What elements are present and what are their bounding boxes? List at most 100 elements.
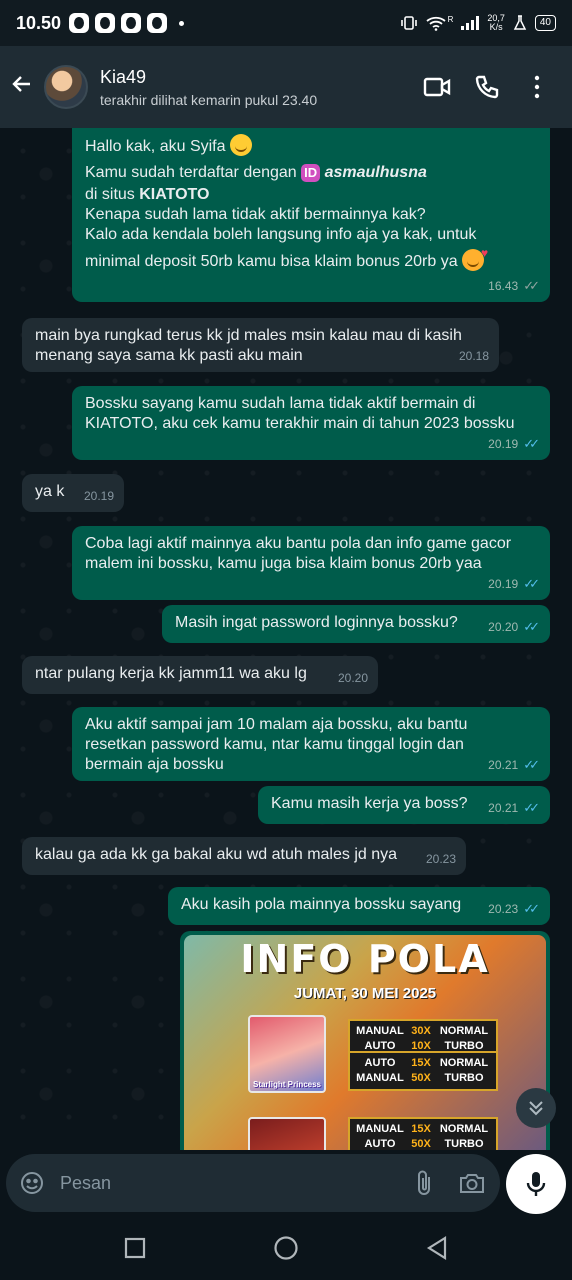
read-ticks-icon: ✓✓ [523,436,540,451]
pola-mode: MANUAL [356,1072,404,1084]
id-badge-icon: ID [301,164,321,182]
message-line: Kenapa sudah lama tidak aktif bermainnya… [85,206,426,223]
pola-speed: NORMAL [439,1123,489,1135]
pola-speed: NORMAL [439,1057,489,1069]
message-line: Kalo ada kendala boleh langsung info aja… [85,226,477,243]
double-chevron-down-icon [529,1101,543,1116]
pola-count: 15X [411,1123,431,1135]
message-time: 20.23 [488,902,519,916]
message-text: di situs KIATOTO [85,185,538,205]
pola-row: AUTO 50X TURBO [354,1137,492,1150]
pola-row: MANUAL 50X TURBO [354,1071,492,1086]
chat-messages[interactable]: Hallo kak, aku Syifa Kamu sudah terdafta… [0,128,572,1150]
message-bubble-outgoing[interactable]: Masih ingat password loginnya bossku? 20… [162,605,550,643]
message-text: Hallo kak, aku Syifa [85,134,538,157]
chat-header: Kia49 terakhir dilihat kemarin pukul 23.… [0,46,572,128]
message-input-bar: Pesan [0,1150,572,1216]
read-ticks-icon: ✓✓ [523,619,540,634]
contact-info[interactable]: Kia49 terakhir dilihat kemarin pukul 23.… [100,67,412,108]
sticker-icon[interactable] [18,1169,46,1197]
message-line: minimal deposit 50rb kamu bisa klaim bon… [85,253,458,270]
wifi-icon [425,16,446,31]
recent-apps-square-icon[interactable] [124,1237,146,1259]
message-text: minimal deposit 50rb kamu bisa klaim bon… [85,243,538,272]
read-ticks-icon: ✓✓ [523,800,540,815]
pola-count: 50X [411,1138,431,1150]
pola-speed: TURBO [444,1072,484,1084]
message-bubble-outgoing[interactable]: Coba lagi aktif mainnya aku bantu pola d… [72,526,550,600]
read-ticks-icon: ✓✓ [523,901,540,916]
smiling-face-emoji-icon [229,134,252,156]
message-text: Aku kasih pola mainnya bossku sayang [181,896,462,913]
poster-date: JUMAT, 30 MEI 2025 [293,985,437,1002]
message-meta: 20.19 ✓✓ [488,434,540,454]
back-arrow-icon[interactable] [10,72,36,103]
message-time: 20.20 [488,620,519,634]
message-time: 20.18 [458,349,489,363]
pola-mode: MANUAL [356,1025,404,1037]
avatar[interactable] [44,65,88,109]
vibrate-icon [400,16,417,30]
message-bubble-incoming[interactable]: main bya rungkad terus kk jd males msin … [22,318,499,372]
notification-icons [69,13,185,33]
pola-row: MANUAL 15X NORMAL [354,1122,492,1137]
network-speed-unit: K/s [489,22,503,32]
message-text: main bya rungkad terus kk jd males msin … [35,327,462,364]
message-bubble-outgoing[interactable]: Aku aktif sampai jam 10 malam aja bossku… [72,707,550,781]
message-meta: 20.21 ✓✓ [488,798,540,818]
voice-message-button[interactable] [506,1154,566,1214]
info-pola-poster[interactable]: INFO POLA JUMAT, 30 MEI 2025 Starlight P… [184,935,546,1150]
message-bubble-incoming[interactable]: kalau ga ada kk ga bakal aku wd atuh mal… [22,837,466,875]
more-notifications-dot-icon [179,20,185,26]
message-line: Kamu sudah terdaftar dengan [85,164,297,181]
game-label: Starlight Princess [252,1080,322,1089]
image-message[interactable]: INFO POLA JUMAT, 30 MEI 2025 Starlight P… [180,931,550,1150]
message-text: Bossku sayang kamu sudah lama tidak akti… [85,395,515,432]
pola-mode: MANUAL [356,1123,404,1135]
notification-icon [121,13,142,33]
message-bubble-incoming[interactable]: ntar pulang kerja kk jamm11 wa aku lg 20… [22,656,378,694]
contact-name[interactable]: Kia49 [100,67,412,88]
message-meta: 20.20 [338,668,368,688]
pola-count: 15X [411,1057,431,1069]
pola-row: MANUAL 30X NORMAL [354,1024,492,1039]
message-text: kalau ga ada kk ga bakal aku wd atuh mal… [35,846,398,863]
message-time: 20.19 [488,437,519,451]
notification-icon [95,13,116,33]
game-thumbnail: Starlight Princess [248,1015,326,1093]
phone-icon [475,75,499,99]
message-input-box[interactable]: Pesan [6,1154,500,1212]
flask-icon [513,15,527,30]
camera-icon[interactable] [458,1171,486,1195]
back-triangle-icon[interactable] [426,1236,448,1260]
more-options-button[interactable] [512,67,562,107]
pola-count: 50X [411,1072,431,1084]
voice-call-button[interactable] [462,67,512,107]
message-bubble-outgoing[interactable]: Aku kasih pola mainnya bossku sayang 20.… [168,887,550,925]
message-meta: 20.18 [459,346,489,366]
message-bubble-incoming[interactable]: ya k 20.19 [22,474,124,512]
scroll-to-bottom-button[interactable] [516,1088,556,1128]
network-speed: 20,7 K/s [487,14,505,32]
status-time: 10.50 [16,12,62,33]
site-name-text: KIATOTO [139,186,210,203]
pola-table: MANUAL 15X NORMAL AUTO 50X TURBO [348,1117,498,1150]
attachment-icon[interactable] [414,1169,436,1197]
message-meta: 20.21 ✓✓ [488,755,540,775]
message-input[interactable]: Pesan [60,1173,414,1194]
notification-icon [147,13,168,33]
message-text: Masih ingat password loginnya bossku? [175,614,458,631]
video-call-button[interactable] [412,67,462,107]
message-time: 20.21 [488,758,519,772]
message-bubble-outgoing[interactable]: Kamu masih kerja ya boss? 20.21 ✓✓ [258,786,550,824]
read-ticks-icon: ✓✓ [523,757,540,772]
message-meta: 20.23 ✓✓ [488,899,540,919]
video-camera-icon [423,77,451,97]
pola-mode: AUTO [364,1138,396,1150]
home-circle-icon[interactable] [273,1235,299,1261]
pola-row: AUTO 15X NORMAL [354,1056,492,1071]
message-text: Kamu sudah terdaftar dengan ID asmaulhus… [85,163,538,183]
message-bubble-outgoing[interactable]: Hallo kak, aku Syifa Kamu sudah terdafta… [72,128,550,302]
message-bubble-outgoing[interactable]: Bossku sayang kamu sudah lama tidak akti… [72,386,550,460]
username-text: asmaulhusna [324,164,427,181]
